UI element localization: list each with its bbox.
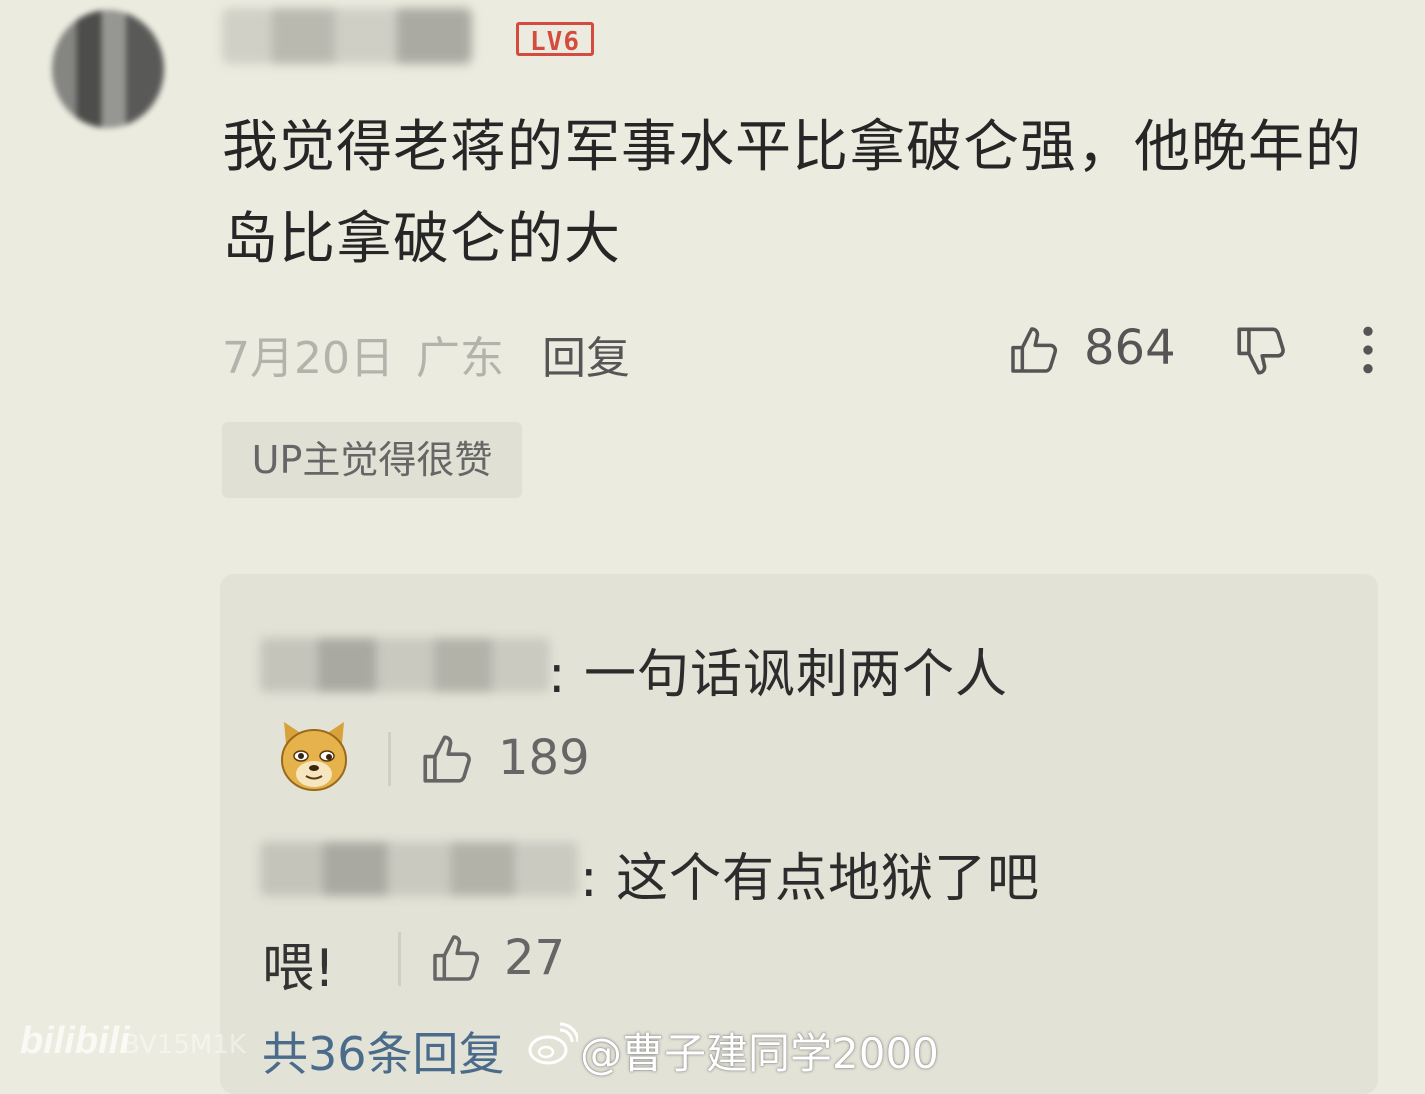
username-blurred[interactable] bbox=[222, 8, 472, 64]
reply-text: : 这个有点地狱了吧 bbox=[580, 849, 1041, 909]
weibo-logo-icon bbox=[528, 1022, 578, 1065]
thumbs-up-icon[interactable] bbox=[428, 930, 484, 986]
more-options-icon[interactable] bbox=[1355, 322, 1381, 378]
thumbs-up-icon[interactable] bbox=[1006, 322, 1062, 378]
divider bbox=[398, 932, 401, 986]
reply-like-count: 189 bbox=[498, 730, 590, 786]
comment-location: 广东 bbox=[416, 333, 504, 384]
level-badge: LV6 bbox=[516, 22, 594, 57]
reply-username-blurred[interactable] bbox=[260, 842, 578, 896]
bilibili-watermark-id: BV15M1K bbox=[122, 1030, 246, 1060]
weibo-handle-watermark: @曹子建同学2000 bbox=[580, 1029, 939, 1078]
thumbs-up-icon[interactable] bbox=[418, 730, 476, 788]
bilibili-watermark: bilibili bbox=[20, 1020, 130, 1062]
comment-date: 7月20日 bbox=[222, 333, 394, 384]
divider bbox=[388, 732, 391, 786]
reply-text: : 一句话讽刺两个人 bbox=[548, 645, 1009, 705]
comment-text: 我觉得老蒋的军事水平比拿破仑强，他晚年的岛比拿破仑的大 bbox=[222, 115, 1362, 272]
reply-like-count: 27 bbox=[504, 930, 566, 986]
avatar[interactable] bbox=[52, 10, 164, 128]
view-all-replies-link[interactable]: 共36条回复 bbox=[262, 1018, 505, 1084]
reply-extra-text: 喂! bbox=[262, 939, 335, 999]
doge-emoji-icon bbox=[281, 722, 347, 791]
like-count: 864 bbox=[1084, 320, 1176, 376]
thumbs-down-icon[interactable] bbox=[1232, 322, 1290, 380]
up-liked-tag: UP主觉得很赞 bbox=[222, 422, 522, 498]
reply-button[interactable]: 回复 bbox=[542, 322, 630, 386]
reply-username-blurred[interactable] bbox=[260, 638, 550, 692]
